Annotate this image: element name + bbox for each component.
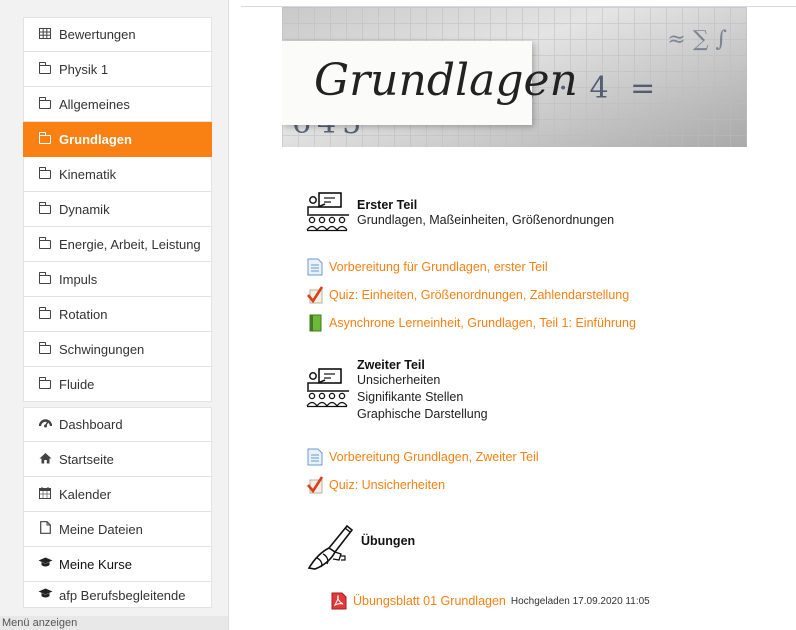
section-uebungen: Übungen bbox=[305, 522, 415, 570]
home-icon bbox=[38, 452, 52, 467]
folder-icon bbox=[38, 62, 52, 76]
nav-item-label: Dashboard bbox=[59, 417, 123, 432]
quiz-icon bbox=[307, 476, 323, 494]
nav-item-label: Energie, Arbeit, Leistung bbox=[59, 236, 201, 252]
teacher-icon bbox=[306, 192, 349, 232]
nav-item-grundlagen[interactable]: Grundlagen bbox=[23, 122, 212, 157]
page-icon bbox=[307, 448, 323, 466]
section-text: Zweiter Teil Unsicherheiten Signifikante… bbox=[357, 356, 488, 423]
folder-icon bbox=[38, 167, 52, 181]
nav-item-label: Impuls bbox=[59, 271, 98, 287]
nav-item-label: Kinematik bbox=[59, 166, 117, 182]
nav-item-label: Kalender bbox=[59, 486, 112, 502]
nav-item-kinematik[interactable]: Kinematik bbox=[23, 157, 212, 192]
activity-link[interactable]: Vorbereitung Grundlagen, Zweiter Teil bbox=[307, 448, 539, 466]
folder-icon bbox=[38, 307, 52, 321]
book-icon bbox=[309, 314, 322, 332]
activity-label: Asynchrone Lerneinheit, Grundlagen, Teil… bbox=[329, 316, 636, 330]
section-summary-line: Graphische Darstellung bbox=[357, 407, 488, 421]
writing-hand-icon bbox=[307, 524, 354, 570]
file-label: Übungsblatt 01 Grundlagen bbox=[353, 594, 506, 608]
nav-item-label: Meine Dateien bbox=[59, 521, 143, 537]
activity-label: Quiz: Einheiten, Größenordnungen, Zahlen… bbox=[329, 288, 630, 302]
nav-item-label: Grundlagen bbox=[59, 131, 132, 147]
file-upload-meta: Hochgeladen 17.09.2020 11:05 bbox=[510, 595, 650, 607]
nav-item-energie[interactable]: Energie, Arbeit, Leistung bbox=[23, 227, 212, 262]
nav-item-rotation[interactable]: Rotation bbox=[23, 297, 212, 332]
calendar-icon bbox=[38, 486, 52, 502]
folder-icon bbox=[38, 342, 52, 356]
course-nav: Bewertungen Physik 1 Allgemeines Grundla… bbox=[23, 17, 212, 608]
nav-item-label: Dynamik bbox=[59, 201, 110, 217]
nav-item-label: Fluide bbox=[59, 376, 95, 392]
nav-item-label: Startseite bbox=[59, 451, 114, 467]
file-link[interactable]: Übungsblatt 01 Grundlagen Hochgeladen 17… bbox=[331, 592, 650, 610]
nav-item-label: Bewertungen bbox=[59, 27, 136, 42]
nav-item-physik1[interactable]: Physik 1 bbox=[23, 52, 212, 87]
file-icon bbox=[38, 521, 52, 537]
activity-link[interactable]: Quiz: Unsicherheiten bbox=[307, 476, 445, 494]
activity-label: Quiz: Unsicherheiten bbox=[329, 478, 446, 492]
nav-item-label: afp Berufsbegleitende bbox=[59, 588, 186, 603]
nav-item-fluide[interactable]: Fluide bbox=[23, 367, 212, 402]
quiz-icon bbox=[307, 286, 323, 304]
activity-label: Vorbereitung für Grundlagen, erster Teil bbox=[329, 260, 548, 274]
nav-item-startseite[interactable]: Startseite bbox=[23, 442, 212, 477]
activity-link[interactable]: Quiz: Einheiten, Größenordnungen, Zahlen… bbox=[307, 286, 629, 304]
graduation-cap-icon bbox=[38, 557, 53, 571]
section-text: Erster Teil Grundlagen, Maßeinheiten, Gr… bbox=[357, 192, 614, 229]
nav-item-label: Schwingungen bbox=[59, 341, 145, 357]
nav-item-schwingungen[interactable]: Schwingungen bbox=[23, 332, 212, 367]
section-erster-teil: Erster Teil Grundlagen, Maßeinheiten, Gr… bbox=[305, 192, 614, 232]
dashboard-icon bbox=[38, 417, 52, 432]
folder-icon bbox=[38, 97, 52, 111]
nav-item-afp[interactable]: afp Berufsbegleitende bbox=[23, 582, 212, 608]
nav-item-impuls[interactable]: Impuls bbox=[23, 262, 212, 297]
course-content: ≈ ∑ ∫ Ec = 1/3 · 1 · 4 = 645 Grundlagen … bbox=[241, 0, 796, 630]
page-icon bbox=[307, 258, 323, 276]
nav-item-meine-dateien[interactable]: Meine Dateien bbox=[23, 512, 212, 547]
sidebar: Bewertungen Physik 1 Allgemeines Grundla… bbox=[0, 0, 229, 630]
section-summary-line: Grundlagen, Maßeinheiten, Größenordnunge… bbox=[357, 213, 615, 227]
nav-item-label: Rotation bbox=[59, 306, 108, 322]
section-summary-line: Signifikante Stellen bbox=[357, 390, 464, 404]
banner-title: Grundlagen bbox=[314, 55, 578, 106]
folder-icon bbox=[38, 132, 52, 146]
nav-item-label: Allgemeines bbox=[59, 96, 130, 112]
section-title: Erster Teil bbox=[357, 198, 418, 212]
nav-item-allgemeines[interactable]: Allgemeines bbox=[23, 87, 212, 122]
folder-icon bbox=[38, 202, 52, 216]
menu-toggle[interactable]: Menü anzeigen bbox=[0, 616, 228, 630]
graduation-cap-icon bbox=[38, 588, 53, 602]
section-summary-line: Unsicherheiten bbox=[357, 373, 441, 387]
folder-icon bbox=[38, 272, 52, 286]
activity-label: Vorbereitung Grundlagen, Zweiter Teil bbox=[329, 450, 539, 464]
nav-item-label: Physik 1 bbox=[59, 61, 109, 77]
folder-icon bbox=[38, 237, 52, 251]
activity-link[interactable]: Asynchrone Lerneinheit, Grundlagen, Teil… bbox=[307, 314, 636, 332]
section-zweiter-teil: Zweiter Teil Unsicherheiten Signifikante… bbox=[305, 356, 488, 423]
nav-item-kalender[interactable]: Kalender bbox=[23, 477, 212, 512]
nav-item-meine-kurse[interactable]: Meine Kurse bbox=[23, 547, 212, 582]
section-banner-image: ≈ ∑ ∫ Ec = 1/3 · 1 · 4 = 645 Grundlagen bbox=[282, 7, 747, 147]
teacher-icon bbox=[306, 368, 349, 408]
nav-item-dynamik[interactable]: Dynamik bbox=[23, 192, 212, 227]
nav-item-bewertungen[interactable]: Bewertungen bbox=[23, 17, 212, 52]
section-title: Übungen bbox=[361, 534, 416, 548]
folder-icon bbox=[38, 377, 52, 391]
pdf-icon bbox=[331, 592, 347, 610]
banner-card: Grundlagen bbox=[282, 41, 578, 125]
activity-link[interactable]: Vorbereitung für Grundlagen, erster Teil bbox=[307, 258, 548, 276]
table-icon bbox=[38, 27, 52, 42]
section-title: Zweiter Teil bbox=[357, 358, 425, 372]
nav-item-dashboard[interactable]: Dashboard bbox=[23, 407, 212, 442]
banner-scribble: ≈ ∑ ∫ bbox=[667, 27, 727, 52]
nav-item-label: Meine Kurse bbox=[59, 556, 132, 572]
